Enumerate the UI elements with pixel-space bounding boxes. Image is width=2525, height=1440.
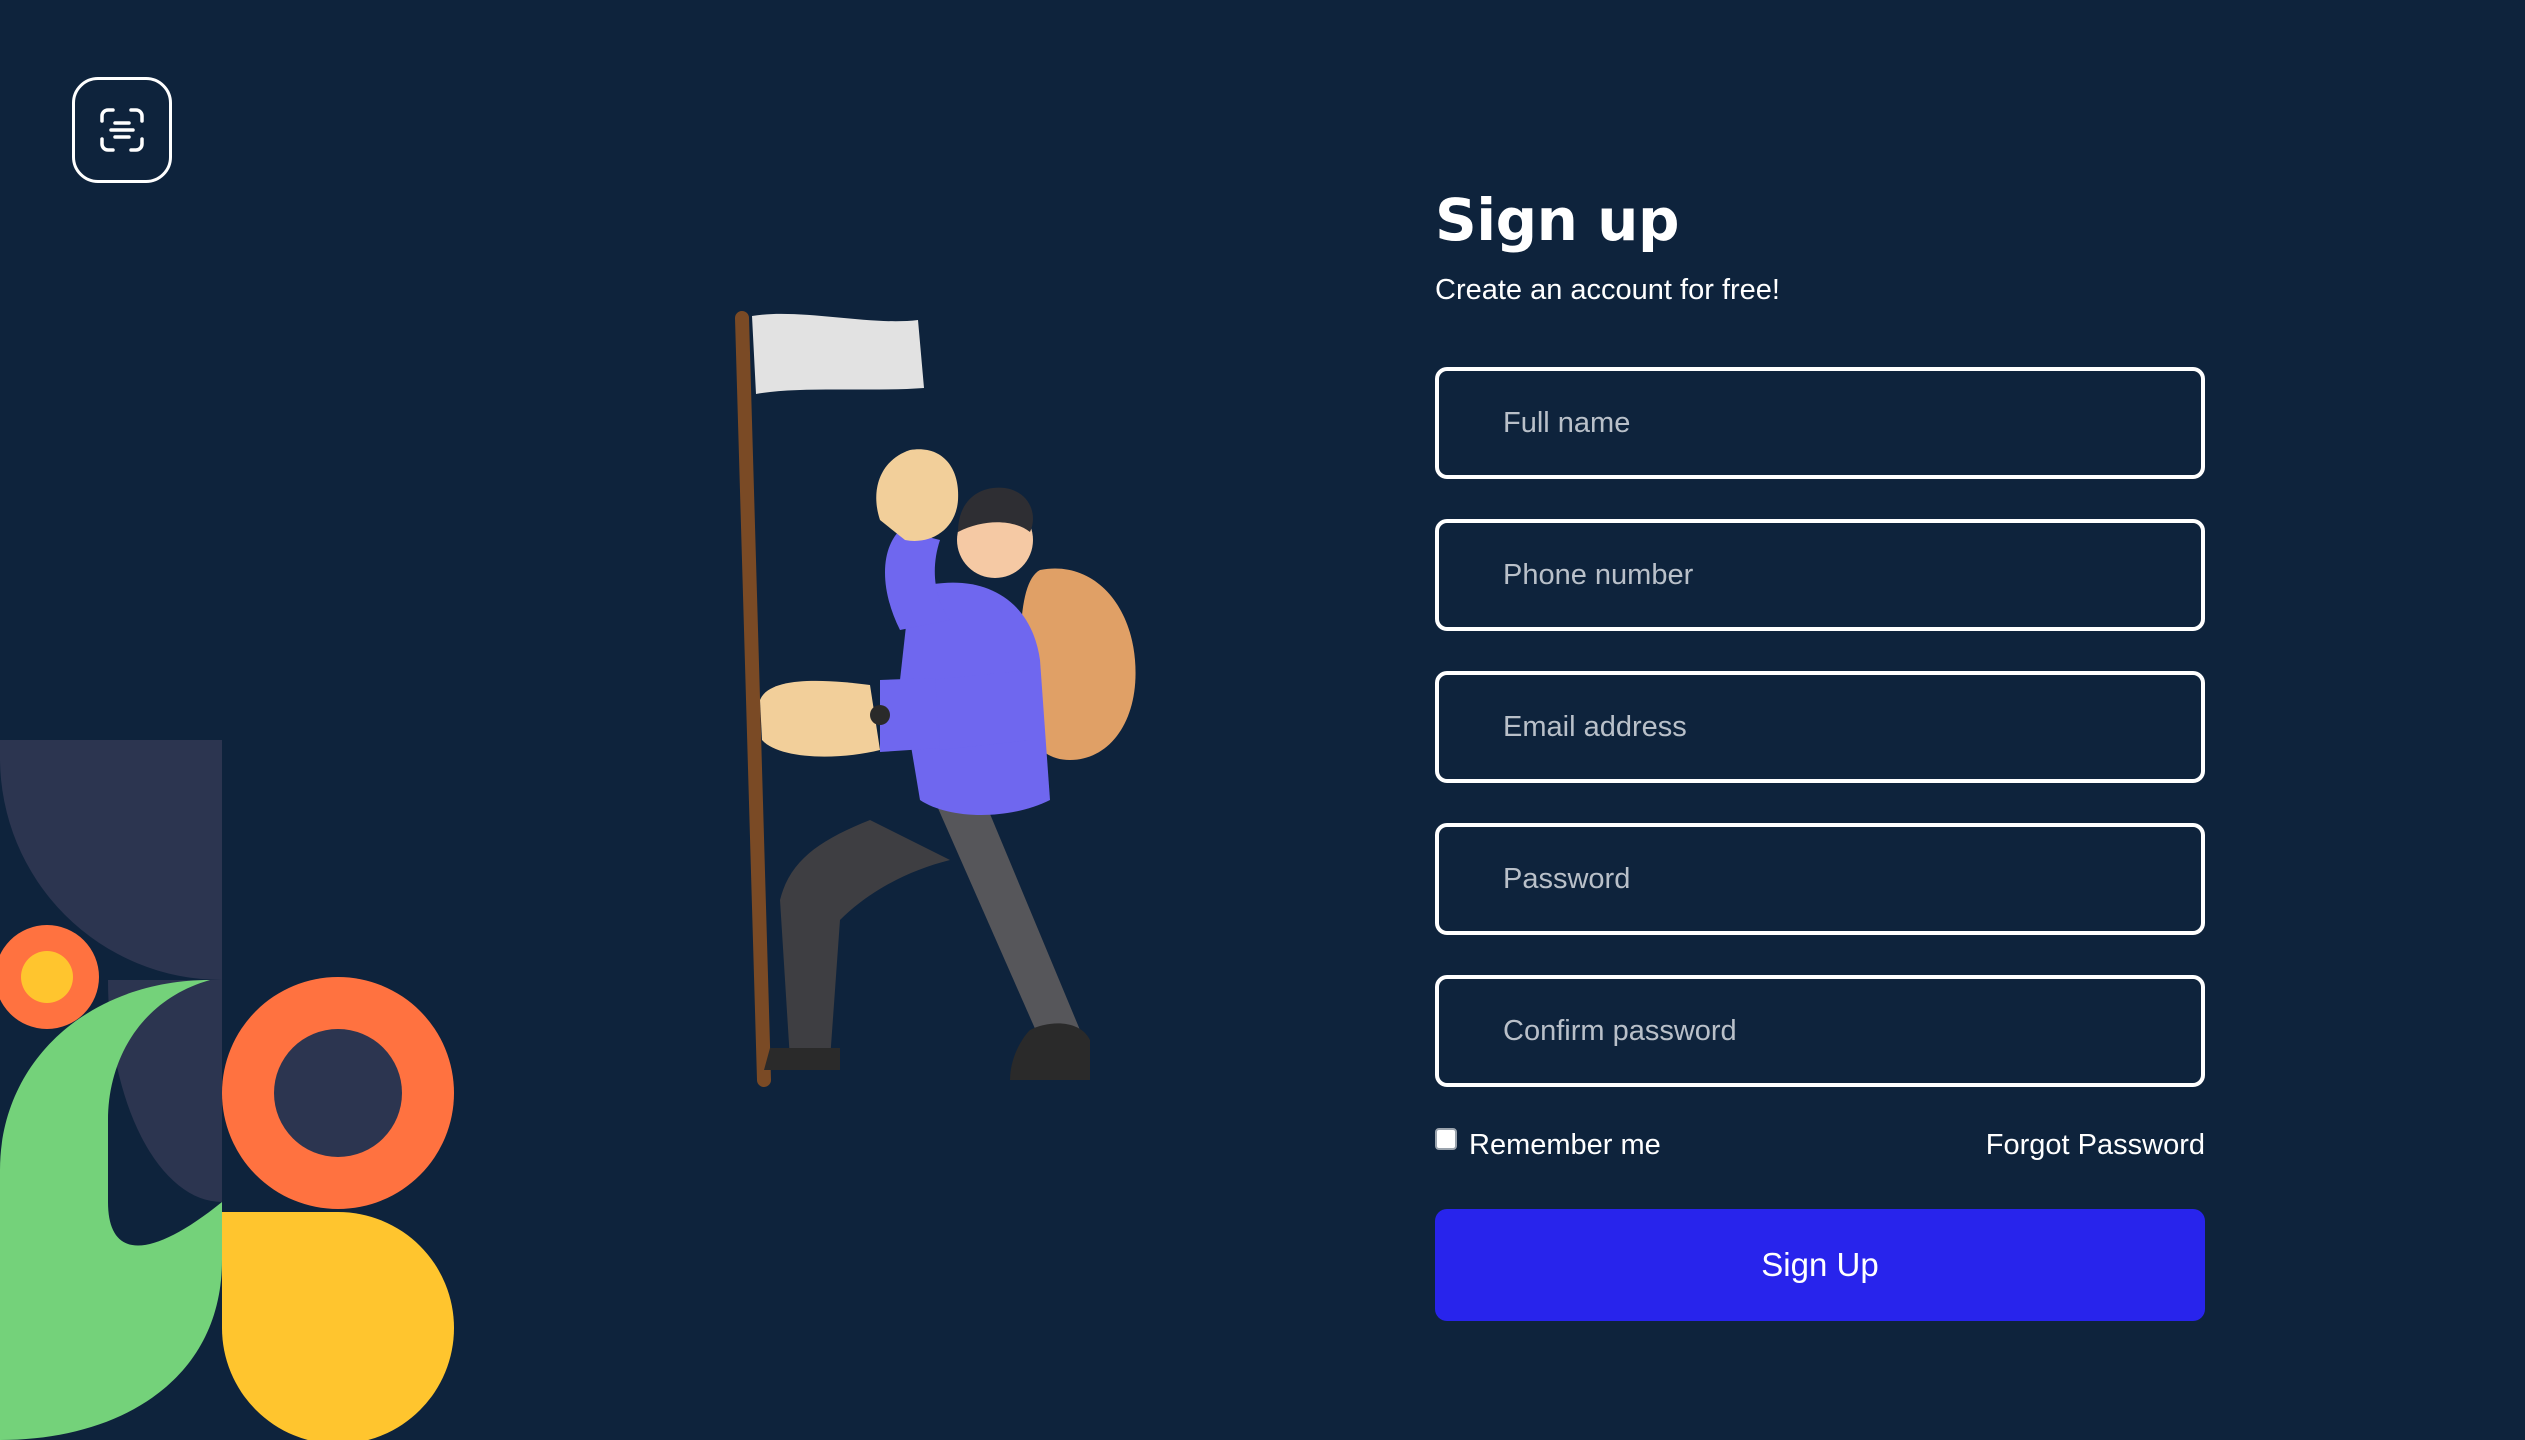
- page-subtitle: Create an account for free!: [1435, 274, 1780, 306]
- confirm-password-input[interactable]: [1435, 975, 2205, 1087]
- decorative-shapes: [0, 740, 454, 1440]
- app-logo[interactable]: [72, 77, 172, 183]
- page-title: Sign up: [1435, 186, 1679, 254]
- signup-form: Sign up Create an account for free! Reme…: [1435, 180, 2205, 1321]
- email-input[interactable]: [1435, 671, 2205, 783]
- remember-me[interactable]: Remember me: [1435, 1128, 1661, 1162]
- full-name-input[interactable]: [1435, 367, 2205, 479]
- phone-number-input[interactable]: [1435, 519, 2205, 631]
- scan-text-icon: [100, 108, 144, 152]
- signup-page: Sign up Create an account for free! Reme…: [0, 0, 2525, 1440]
- remember-me-checkbox[interactable]: [1435, 1128, 1457, 1150]
- remember-me-label: Remember me: [1469, 1128, 1661, 1161]
- form-fields: [1435, 367, 2205, 1087]
- password-input[interactable]: [1435, 823, 2205, 935]
- forgot-password-link[interactable]: Forgot Password: [1986, 1129, 2205, 1162]
- hiker-with-flag-illustration: [735, 311, 1136, 1087]
- sign-up-button[interactable]: Sign Up: [1435, 1209, 2205, 1321]
- form-options-row: Remember me Forgot Password: [1435, 1121, 2205, 1169]
